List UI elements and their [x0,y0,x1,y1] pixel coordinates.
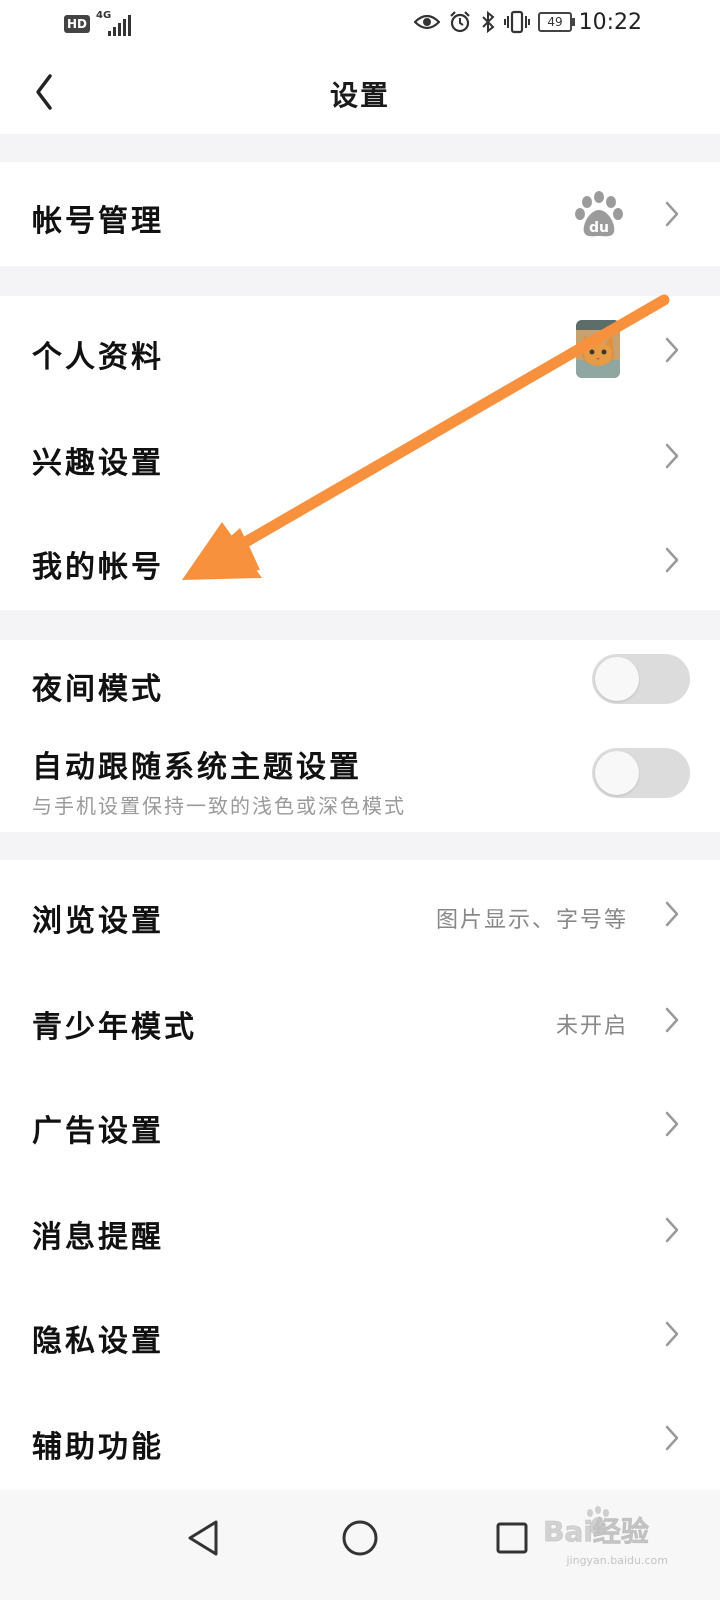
alarm-icon [450,11,470,33]
teen-mode-value: 未开启 [555,1014,628,1039]
title-bar: 设置 [0,48,720,134]
section-divider [0,266,720,296]
bluetooth-icon [482,10,495,34]
section-divider [0,832,720,860]
accessibility-label: 辅助功能 [32,1430,164,1465]
personal-info-label: 个人资料 [32,340,164,375]
browse-settings-row[interactable]: 浏览设置 图片显示、字号等 [0,860,720,966]
chevron-right-icon [665,1321,679,1347]
triangle-back-icon [188,1520,218,1556]
status-time: 10:22 [578,10,642,35]
follow-system-theme-sublabel: 与手机设置保持一致的浅色或深色模式 [32,794,406,818]
chevron-right-icon [665,547,679,573]
page-title: 设置 [329,79,390,112]
baidu-paw-icon: du [575,191,623,237]
my-account-row[interactable]: 我的帐号 [0,506,720,610]
nav-home-button[interactable] [330,1508,390,1568]
watermark-text: Bai经验 [543,1515,649,1548]
interest-settings-label: 兴趣设置 [32,446,164,481]
teen-mode-label: 青少年模式 [32,1010,197,1045]
account-management-label: 帐号管理 [32,204,164,239]
privacy-settings-label: 隐私设置 [32,1324,164,1359]
chevron-right-icon [665,337,679,363]
status-bar: HD 4G 49 10:22 [0,0,720,48]
chevron-right-icon [665,1111,679,1137]
toggle-knob [595,751,639,795]
teen-mode-row[interactable]: 青少年模式 未开启 [0,966,720,1070]
chevron-right-icon [665,1425,679,1451]
chevron-right-icon [665,1007,679,1033]
night-mode-toggle[interactable] [592,654,690,704]
chevron-right-icon [665,901,679,927]
cat-avatar-image [576,320,620,378]
my-account-label: 我的帐号 [32,550,164,585]
cellular-signal-icon: 4G [96,10,136,36]
ad-settings-row[interactable]: 广告设置 [0,1070,720,1176]
ad-settings-label: 广告设置 [32,1114,164,1149]
circle-home-icon [342,1520,378,1556]
nav-back-button[interactable] [176,1508,236,1568]
vibrate-icon [504,10,530,34]
notifications-row[interactable]: 消息提醒 [0,1176,720,1280]
browse-settings-value: 图片显示、字号等 [435,908,628,933]
baidu-jingyan-watermark: Bai经验 [543,1506,649,1548]
interest-settings-row[interactable]: 兴趣设置 [0,402,720,506]
follow-system-theme-label: 自动跟随系统主题设置 [32,750,362,785]
hd-badge: HD [64,15,91,33]
accessibility-row[interactable]: 辅助功能 [0,1386,720,1490]
chevron-right-icon [665,201,679,227]
status-left-group: HD 4G [64,10,136,36]
battery-level: 49 [547,15,563,29]
notifications-label: 消息提醒 [32,1220,164,1255]
status-right-icons: 49 [414,10,575,34]
toggle-knob [595,657,639,701]
section-divider [0,134,720,162]
section-divider [0,610,720,640]
follow-system-theme-row: 自动跟随系统主题设置 与手机设置保持一致的浅色或深色模式 [0,730,720,832]
svg-text:du: du [589,220,609,236]
chevron-right-icon [665,1217,679,1243]
night-mode-row: 夜间模式 [0,640,720,730]
privacy-settings-row[interactable]: 隐私设置 [0,1280,720,1386]
browse-settings-label: 浏览设置 [32,904,164,939]
watermark-url: jingyan.baidu.com [566,1554,668,1567]
battery-icon: 49 [538,12,575,32]
avatar [576,320,620,378]
follow-system-theme-toggle[interactable] [592,748,690,798]
eye-icon [414,14,440,30]
night-mode-label: 夜间模式 [32,672,164,707]
chevron-right-icon [665,443,679,469]
